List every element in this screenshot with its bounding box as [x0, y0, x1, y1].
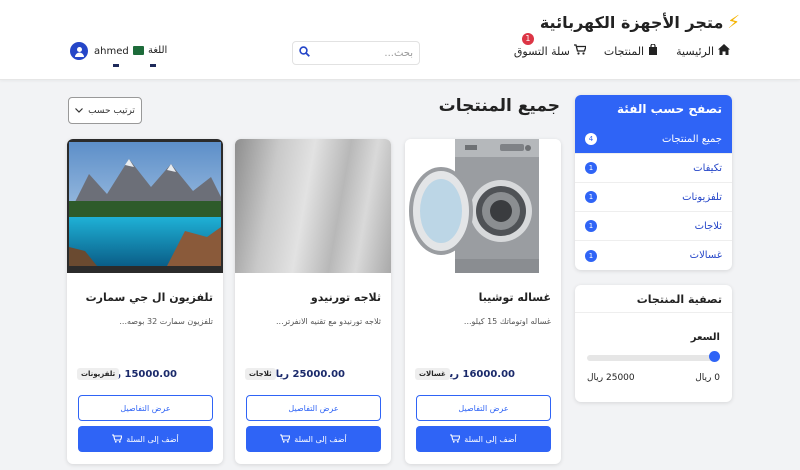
- bolt-icon: ⚡: [727, 12, 740, 33]
- add-to-cart-label: أضف إلى السلة: [126, 434, 179, 444]
- view-details-button[interactable]: عرض التفاصيل: [78, 395, 213, 421]
- category-count: 1: [585, 162, 597, 174]
- product-card: تلفزيون ال جي سمارت تلفزيون سمارت 32 بوص…: [67, 139, 223, 464]
- search-icon[interactable]: [299, 46, 310, 60]
- main-nav: الرئيسية المنتجات سلة التسوق 1: [513, 33, 730, 58]
- price-max: 25000 ريال: [587, 373, 635, 383]
- nav-products[interactable]: المنتجات: [603, 43, 658, 58]
- language-label: اللغة: [148, 45, 168, 56]
- language-switcher[interactable]: اللغة: [133, 45, 167, 56]
- category-count: 1: [585, 220, 597, 232]
- category-label: تلفزيونات: [682, 191, 722, 203]
- cart-plus-icon: [112, 433, 124, 445]
- category-count: 4: [585, 133, 597, 145]
- flag-icon: [133, 46, 144, 55]
- cart-plus-icon: [280, 433, 292, 445]
- product-description: تلفزيون سمارت 32 بوصه...: [119, 317, 213, 326]
- user-icon: [70, 42, 88, 60]
- product-image[interactable]: [235, 139, 391, 273]
- user-name: ahmed: [94, 45, 129, 57]
- nav-cart-label: سلة التسوق: [513, 44, 570, 58]
- bag-icon: [648, 43, 658, 58]
- add-to-cart-button[interactable]: أضف إلى السلة: [246, 426, 381, 452]
- category-label: جميع المنتجات: [661, 133, 722, 145]
- price-slider-track[interactable]: [587, 355, 720, 361]
- product-image[interactable]: [67, 139, 223, 273]
- category-count: 1: [585, 249, 597, 262]
- sort-dropdown[interactable]: ترتيب حسب: [68, 97, 142, 124]
- nav-cart[interactable]: سلة التسوق 1: [513, 33, 587, 58]
- sort-label: ترتيب حسب: [88, 105, 135, 116]
- brand[interactable]: ⚡ متجر الأجهزة الكهربائية: [540, 12, 740, 33]
- add-to-cart-button[interactable]: أضف إلى السلة: [416, 426, 551, 452]
- user-underline: [113, 64, 119, 67]
- cart-icon: [573, 44, 587, 58]
- price-slider-thumb[interactable]: [709, 351, 720, 362]
- product-card: غساله توشيبا غساله اوتوماتك 15 كيلو... 1…: [405, 139, 561, 464]
- category-item-ac[interactable]: تكيفات 1: [575, 154, 732, 183]
- chevron-down-icon: [75, 106, 84, 116]
- product-description: غساله اوتوماتك 15 كيلو...: [463, 317, 551, 326]
- category-label: ثلاجات: [694, 220, 722, 232]
- product-category-tag: ثلاجات: [245, 368, 276, 380]
- brand-name: متجر الأجهزة الكهربائية: [539, 13, 724, 32]
- product-name[interactable]: تلفزيون ال جي سمارت: [86, 291, 213, 304]
- price-label: السعر: [690, 332, 720, 343]
- page-title: جميع المنتجات: [438, 96, 560, 116]
- category-label: غسالات: [689, 250, 722, 261]
- category-item-all[interactable]: جميع المنتجات 4: [575, 125, 732, 154]
- user-menu[interactable]: ahmed: [70, 42, 129, 60]
- category-item-washers[interactable]: غسالات 1: [575, 241, 732, 270]
- category-item-tv[interactable]: تلفزيونات 1: [575, 183, 732, 212]
- product-category-tag: تلفزيونات: [77, 368, 120, 380]
- search-box: [292, 41, 420, 65]
- navbar: ⚡ متجر الأجهزة الكهربائية الرئيسية المنت…: [0, 0, 800, 80]
- search-input[interactable]: [310, 47, 413, 59]
- filter-panel-title: تصفية المنتجات: [575, 285, 732, 313]
- product-category-tag: غسالات: [415, 368, 450, 380]
- product-price: 25000.00 ريال: [267, 369, 345, 380]
- add-to-cart-label: أضف إلى السلة: [294, 434, 347, 444]
- view-details-button[interactable]: عرض التفاصيل: [246, 395, 381, 421]
- product-image[interactable]: [405, 139, 561, 273]
- category-panel: تصفح حسب الفئة جميع المنتجات 4 تكيفات 1 …: [575, 95, 732, 270]
- add-to-cart-button[interactable]: أضف إلى السلة: [78, 426, 213, 452]
- category-count: 1: [585, 191, 597, 203]
- filter-panel: تصفية المنتجات السعر 25000 ريال 0 ريال: [575, 285, 732, 402]
- cart-count-badge: 1: [521, 33, 534, 45]
- language-underline: [150, 64, 156, 67]
- category-panel-title: تصفح حسب الفئة: [575, 95, 732, 125]
- nav-home[interactable]: الرئيسية: [676, 44, 730, 58]
- nav-products-label: المنتجات: [603, 44, 645, 58]
- category-item-fridges[interactable]: ثلاجات 1: [575, 212, 732, 241]
- cart-plus-icon: [450, 433, 462, 445]
- product-name[interactable]: ثلاجه تورنيدو: [311, 291, 381, 304]
- home-icon: [718, 44, 730, 58]
- nav-home-label: الرئيسية: [676, 44, 714, 58]
- view-details-button[interactable]: عرض التفاصيل: [416, 395, 551, 421]
- product-description: ثلاجه تورنيدو مع تقنيه الانفرتر...: [275, 317, 381, 326]
- add-to-cart-label: أضف إلى السلة: [464, 434, 517, 444]
- category-label: تكيفات: [693, 162, 722, 174]
- price-min: 0 ريال: [695, 373, 720, 383]
- product-name[interactable]: غساله توشيبا: [479, 291, 551, 304]
- product-card: ثلاجه تورنيدو ثلاجه تورنيدو مع تقنيه الا…: [235, 139, 391, 464]
